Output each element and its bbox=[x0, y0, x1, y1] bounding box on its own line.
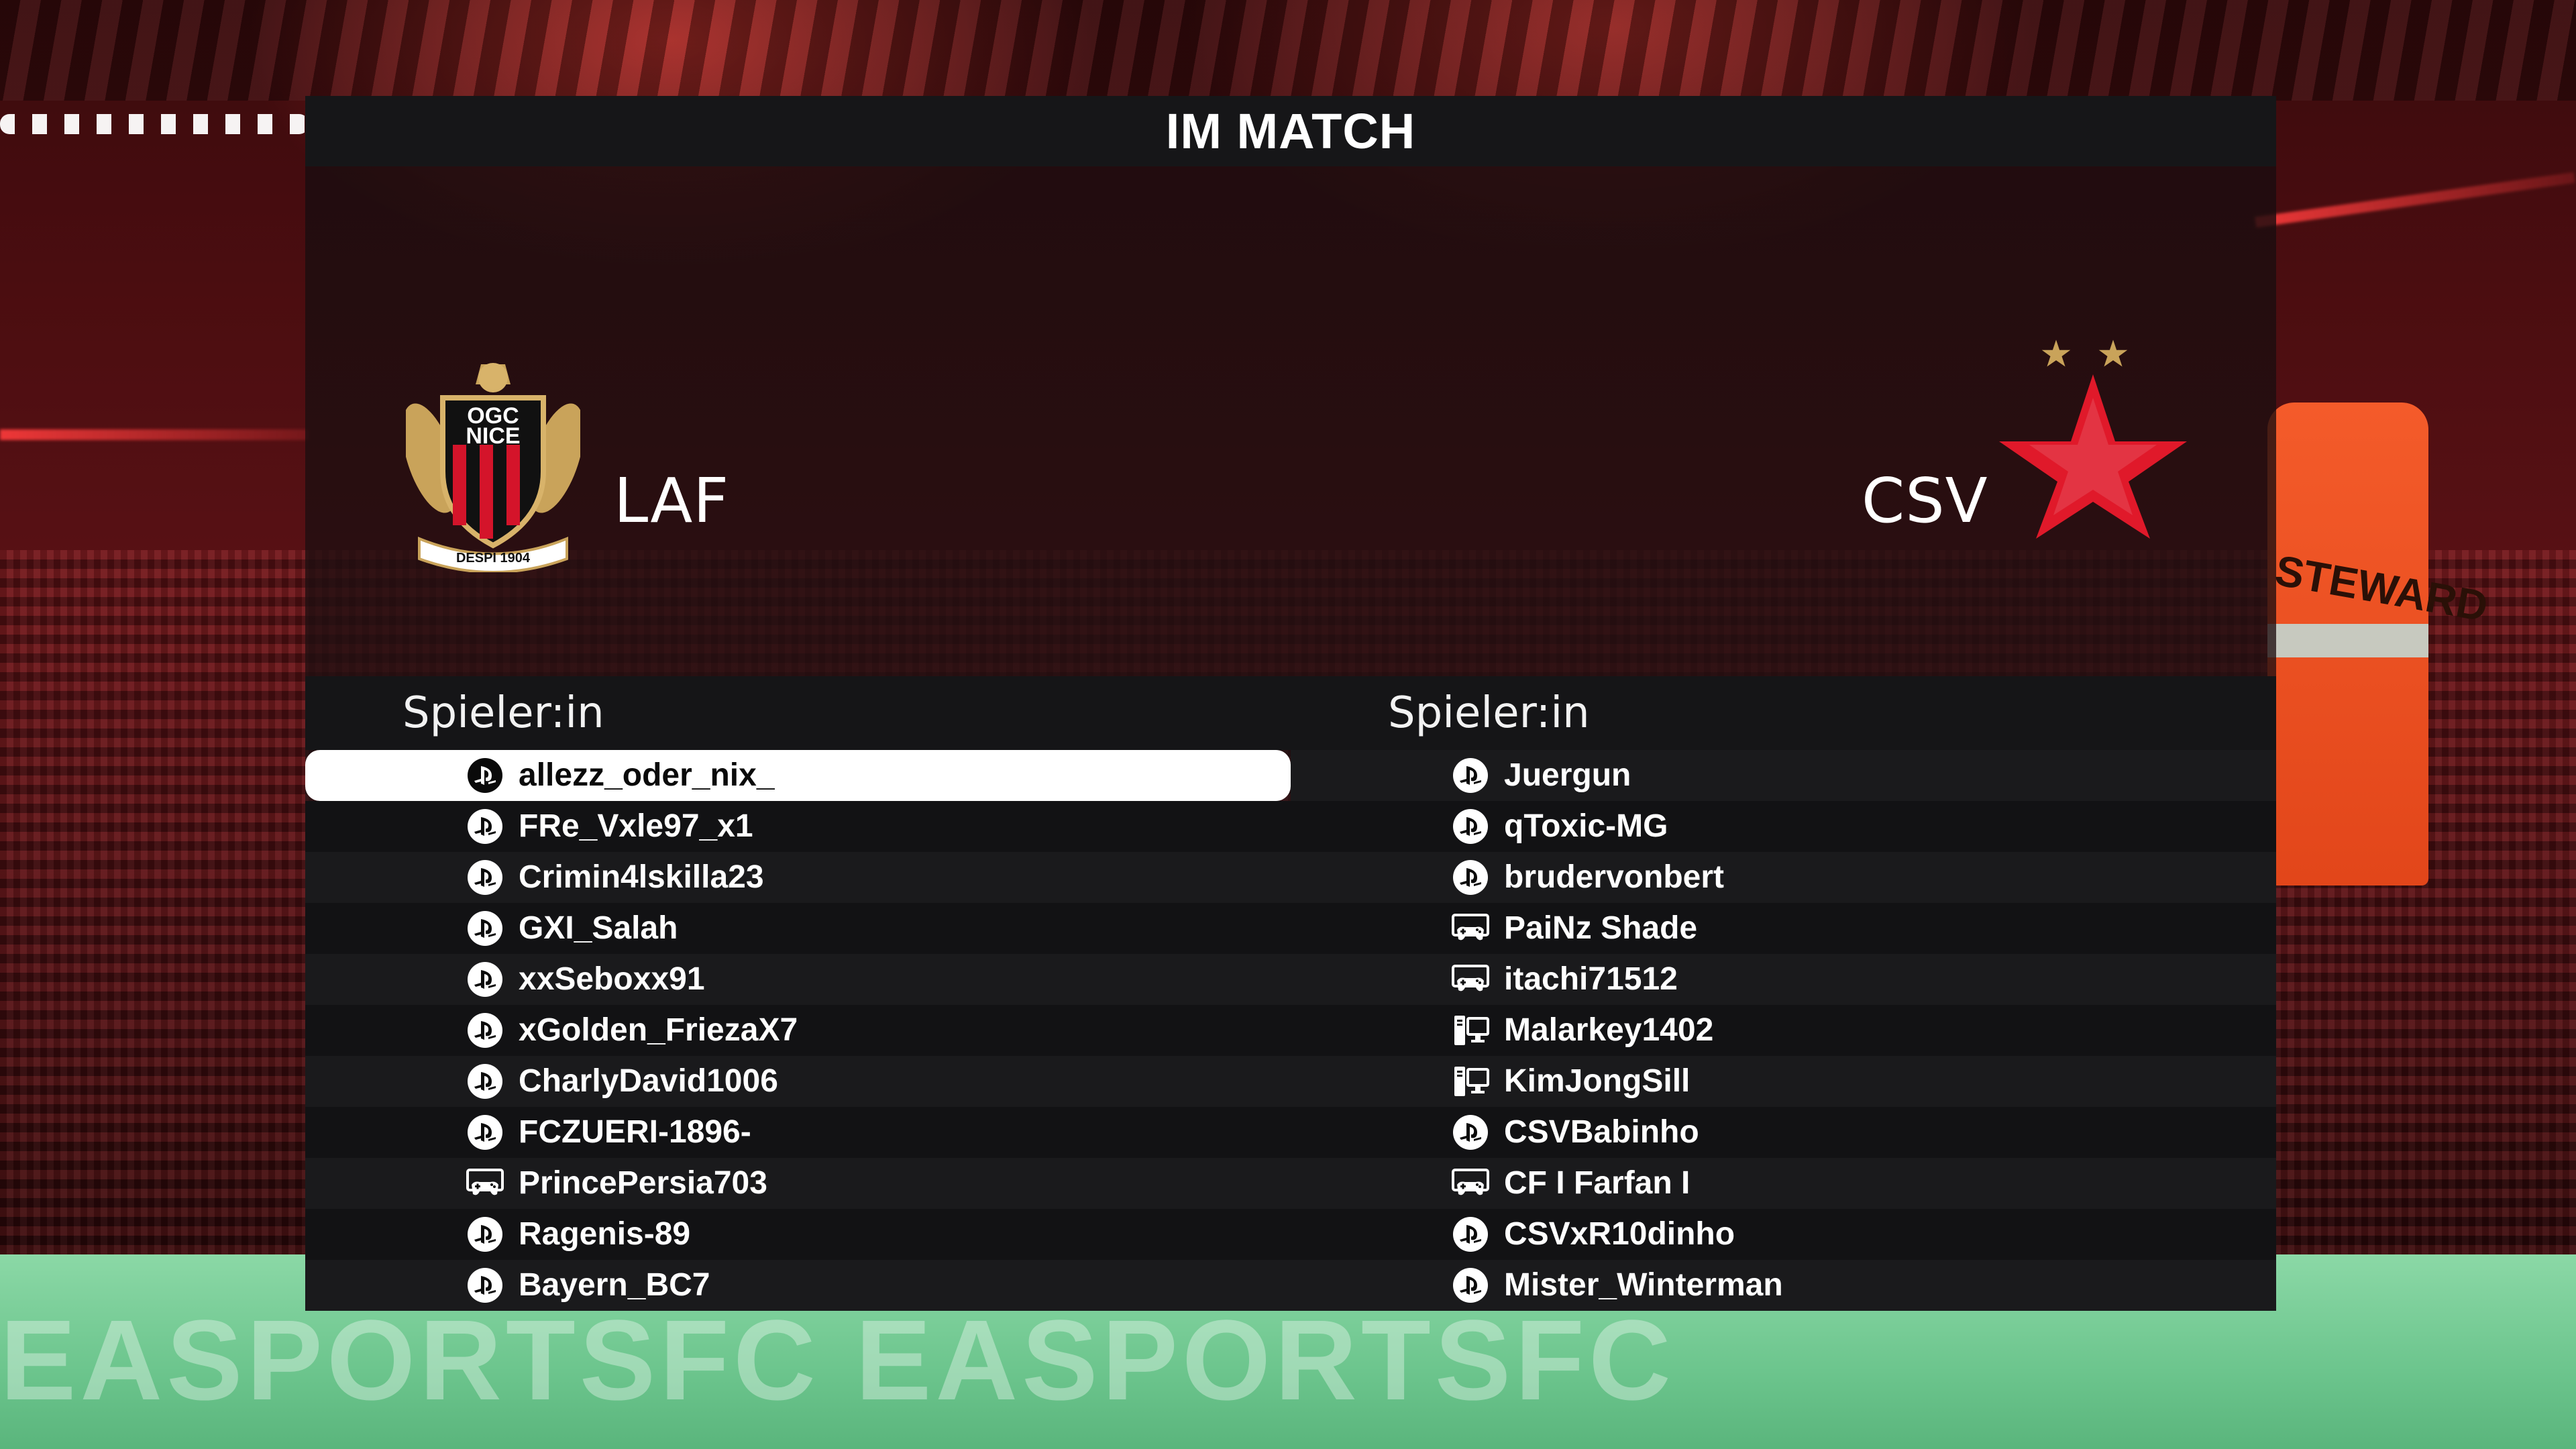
playstation-icon bbox=[466, 910, 504, 947]
playstation-icon bbox=[1452, 1216, 1489, 1253]
player-name: FRe_Vxle97_x1 bbox=[519, 808, 753, 844]
away-player-row[interactable]: PaiNz Shade bbox=[1291, 903, 2276, 954]
player-name: Ragenis-89 bbox=[519, 1216, 691, 1252]
away-player-row[interactable]: Juergun bbox=[1291, 750, 2276, 801]
player-name: itachi71512 bbox=[1504, 961, 1678, 997]
player-name: xGolden_FriezaX7 bbox=[519, 1012, 798, 1048]
home-player-row[interactable]: allezz_oder_nix_ bbox=[305, 750, 1291, 801]
away-player-row[interactable]: Mister_Winterman bbox=[1291, 1260, 2276, 1311]
home-player-row[interactable]: Ragenis-89 bbox=[305, 1209, 1291, 1260]
away-player-row[interactable]: qToxic-MG bbox=[1291, 801, 2276, 852]
playstation-icon bbox=[1452, 757, 1489, 794]
away-player-row[interactable]: CSVxR10dinho bbox=[1291, 1209, 2276, 1260]
home-roster-header: Spieler:in bbox=[305, 676, 1291, 750]
player-name: CF I Farfan I bbox=[1504, 1165, 1690, 1201]
player-name: Bayern_BC7 bbox=[519, 1267, 710, 1303]
star-icon bbox=[2098, 339, 2128, 367]
playstation-icon bbox=[1452, 859, 1489, 896]
away-roster-header: Spieler:in bbox=[1291, 676, 2276, 750]
teams-banner: OGC NICE DESPI 1904 LAF CSV bbox=[305, 166, 2276, 676]
led-strip-left bbox=[0, 429, 309, 440]
home-player-row[interactable]: FCZUERI-1896- bbox=[305, 1107, 1291, 1158]
in-match-lineup-panel: IM MATCH OGC NICE DESPI 1904 LAF CSV Spi… bbox=[305, 96, 2276, 1311]
pc-icon bbox=[1452, 1012, 1489, 1049]
playstation-icon bbox=[466, 1114, 504, 1151]
home-player-row[interactable]: xGolden_FriezaX7 bbox=[305, 1005, 1291, 1056]
home-player-row[interactable]: Bayern_BC7 bbox=[305, 1260, 1291, 1311]
xbox-controller-icon bbox=[1452, 961, 1489, 998]
home-player-row[interactable]: GXI_Salah bbox=[305, 903, 1291, 954]
away-team-name: CSV bbox=[1862, 465, 1988, 537]
stadium-lights bbox=[0, 114, 309, 134]
player-name: Crimin4lskilla23 bbox=[519, 859, 764, 895]
playstation-icon bbox=[466, 757, 504, 794]
crest-bottom-text: NICE bbox=[466, 423, 520, 449]
crest-banner-text: DESPI 1904 bbox=[456, 551, 531, 566]
star-icon bbox=[2041, 339, 2071, 367]
away-roster: Spieler:in Juergun qToxic-MG brudervonbert… bbox=[1291, 676, 2276, 1311]
panel-header: IM MATCH bbox=[305, 96, 2276, 166]
home-player-row[interactable]: CharlyDavid1006 bbox=[305, 1056, 1291, 1107]
home-player-row[interactable]: FRe_Vxle97_x1 bbox=[305, 801, 1291, 852]
away-player-row[interactable]: CF I Farfan I bbox=[1291, 1158, 2276, 1209]
player-name: PrincePersia703 bbox=[519, 1165, 767, 1201]
away-player-row[interactable]: KimJongSill bbox=[1291, 1056, 2276, 1107]
player-name: qToxic-MG bbox=[1504, 808, 1668, 844]
ogc-nice-crest-icon: OGC NICE DESPI 1904 bbox=[406, 363, 580, 572]
away-player-row[interactable]: itachi71512 bbox=[1291, 954, 2276, 1005]
home-team-name: LAF bbox=[614, 465, 730, 537]
player-name: PaiNz Shade bbox=[1504, 910, 1698, 946]
playstation-icon bbox=[466, 808, 504, 845]
player-name: Mister_Winterman bbox=[1504, 1267, 1783, 1303]
playstation-icon bbox=[466, 1216, 504, 1253]
pc-icon bbox=[1452, 1063, 1489, 1100]
xbox-controller-icon bbox=[1452, 1165, 1489, 1202]
player-name: xxSeboxx91 bbox=[519, 961, 705, 997]
xbox-controller-icon bbox=[1452, 910, 1489, 947]
home-player-row[interactable]: Crimin4lskilla23 bbox=[305, 852, 1291, 903]
player-name: GXI_Salah bbox=[519, 910, 678, 946]
playstation-icon bbox=[466, 859, 504, 896]
player-name: CharlyDavid1006 bbox=[519, 1063, 778, 1099]
player-name: Juergun bbox=[1504, 757, 1631, 793]
red-star-crest-icon bbox=[1999, 339, 2187, 539]
playstation-icon bbox=[1452, 1114, 1489, 1151]
stadium-roof bbox=[0, 0, 2576, 101]
home-roster: Spieler:in allezz_oder_nix_ FRe_Vxle97_x1… bbox=[305, 676, 1291, 1311]
player-name: brudervonbert bbox=[1504, 859, 1725, 895]
player-name: CSVBabinho bbox=[1504, 1114, 1699, 1150]
away-player-row[interactable]: Malarkey1402 bbox=[1291, 1005, 2276, 1056]
home-player-list: allezz_oder_nix_ FRe_Vxle97_x1 Crimin4lski… bbox=[305, 750, 1291, 1311]
away-player-row[interactable]: CSVBabinho bbox=[1291, 1107, 2276, 1158]
page-title: IM MATCH bbox=[1165, 103, 1416, 159]
home-player-row[interactable]: xxSeboxx91 bbox=[305, 954, 1291, 1005]
playstation-icon bbox=[1452, 808, 1489, 845]
playstation-icon bbox=[466, 1063, 504, 1100]
playstation-icon bbox=[1452, 1267, 1489, 1304]
away-player-row[interactable]: brudervonbert bbox=[1291, 852, 2276, 903]
playstation-icon bbox=[466, 1267, 504, 1304]
player-name: CSVxR10dinho bbox=[1504, 1216, 1735, 1252]
steward-vest-stripe bbox=[2267, 624, 2428, 657]
player-name: KimJongSill bbox=[1504, 1063, 1690, 1099]
player-name: FCZUERI-1896- bbox=[519, 1114, 751, 1150]
player-name: allezz_oder_nix_ bbox=[519, 757, 775, 793]
playstation-icon bbox=[466, 961, 504, 998]
pitch-advertising-text: EASPORTSFC EASPORTSFC bbox=[0, 1297, 1675, 1424]
xbox-controller-icon bbox=[466, 1165, 504, 1202]
playstation-icon bbox=[466, 1012, 504, 1049]
home-player-row[interactable]: PrincePersia703 bbox=[305, 1158, 1291, 1209]
player-name: Malarkey1402 bbox=[1504, 1012, 1714, 1048]
away-player-list: Juergun qToxic-MG brudervonbert PaiNz Shade… bbox=[1291, 750, 2276, 1311]
